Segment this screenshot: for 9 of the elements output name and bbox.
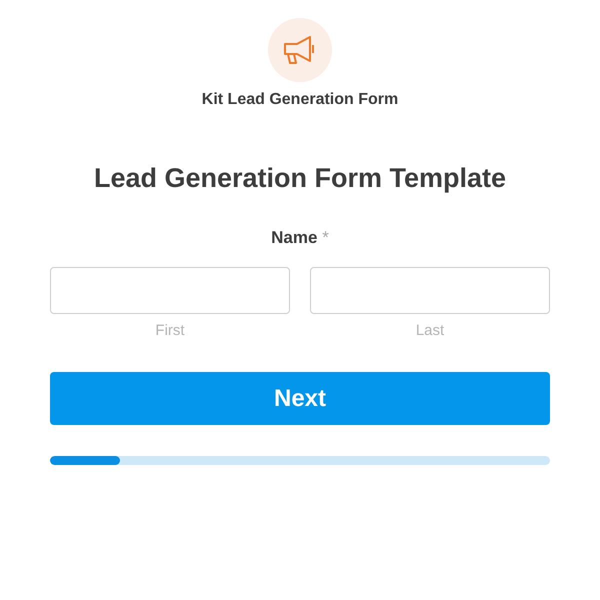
field-label: Name	[271, 228, 318, 247]
next-button[interactable]: Next	[50, 372, 550, 425]
field-sublabel: First	[155, 322, 185, 339]
field-sublabel: Last	[416, 322, 444, 339]
form-heading: Lead Generation Form Template	[92, 163, 508, 194]
input-field[interactable]	[50, 267, 290, 314]
form-title: Kit Lead Generation Form	[202, 91, 398, 109]
required-mark: *	[322, 228, 329, 247]
input-field[interactable]	[310, 267, 550, 314]
